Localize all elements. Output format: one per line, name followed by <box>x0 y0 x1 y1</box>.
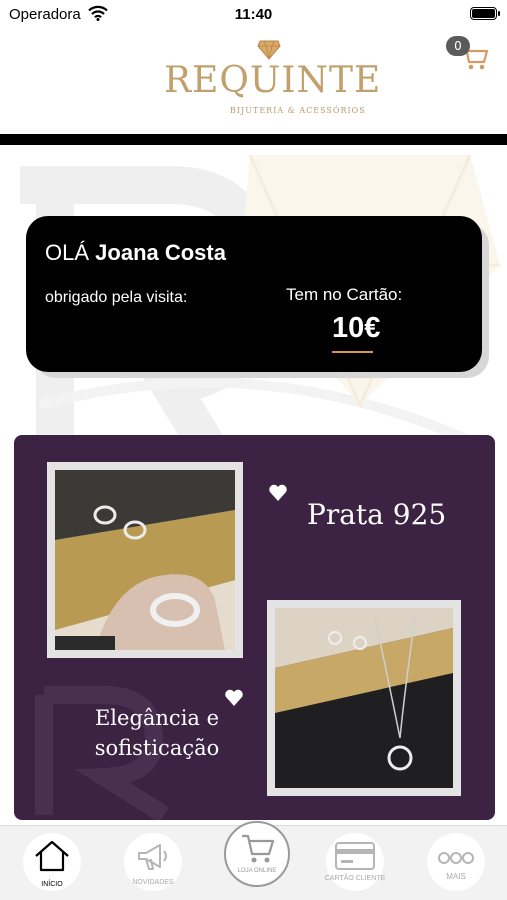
tab-cartao-cliente[interactable]: CARTÃO CLIENTE <box>325 833 385 891</box>
tab-label: CARTÃO CLIENTE <box>324 875 386 882</box>
greeting-line: OLÁ Joana Costa <box>45 240 226 266</box>
balance-underline <box>332 351 373 353</box>
tab-label: MAIS <box>446 872 466 881</box>
home-icon <box>35 840 69 872</box>
app-screen: Operadora 11:40 REQUINTE BIJUTERIA & ACE… <box>0 0 507 900</box>
logo-text: REQUINTE <box>164 60 382 101</box>
user-name: Joana Costa <box>95 240 226 265</box>
cart-count-badge: 0 <box>446 36 470 56</box>
balance-value: 10€ <box>332 312 381 344</box>
thanks-message: obrigado pela visita: <box>45 289 188 306</box>
brand-logo: REQUINTE BIJUTERIA & ACESSÓRIOS <box>160 40 380 120</box>
more-icon <box>438 852 474 864</box>
promo-headline-2-line2: sofisticação <box>94 736 220 760</box>
diamond-icon <box>257 40 281 60</box>
promo-banner[interactable]: Prata 925 Elegância e sofisticação <box>14 435 495 820</box>
cart-button[interactable]: 0 <box>446 36 492 76</box>
heart-icon <box>269 484 287 501</box>
tab-mais[interactable]: MAIS <box>427 833 485 891</box>
promo-headline-2-line1: Elegância e <box>94 706 220 730</box>
card-icon <box>335 842 375 870</box>
promo-headline-2: Elegância e sofisticação <box>62 703 252 763</box>
greeting-card: OLÁ Joana Costa obrigado pela visita: Te… <box>26 216 482 372</box>
tab-label: LOJA ONLINE <box>237 868 277 874</box>
cart-icon <box>242 834 275 863</box>
balance-label: Tem no Cartão: <box>286 285 403 304</box>
status-bar: Operadora 11:40 <box>0 0 507 28</box>
bottom-tab-bar: INÍCIO NOVIDADES LOJA ONLINE CARTÃO CLIE… <box>0 821 507 900</box>
ring-photo <box>47 462 243 658</box>
tab-loja-online[interactable]: LOJA ONLINE <box>224 821 290 887</box>
tab-label: INÍCIO <box>41 881 63 888</box>
tab-inicio[interactable]: INÍCIO <box>23 833 81 891</box>
logo-subtitle: BIJUTERIA & ACESSÓRIOS <box>230 106 366 115</box>
megaphone-icon <box>138 844 167 870</box>
header-divider <box>0 134 507 145</box>
clock: 11:40 <box>234 6 273 23</box>
tab-label: NOVIDADES <box>132 879 174 886</box>
app-header: REQUINTE BIJUTERIA & ACESSÓRIOS 0 <box>0 28 507 134</box>
tab-novidades[interactable]: NOVIDADES <box>124 833 182 891</box>
promo-headline-1: Prata 925 <box>307 498 447 531</box>
battery-icon <box>470 7 500 20</box>
necklace-photo <box>267 600 461 796</box>
greeting-word: OLÁ <box>45 240 90 265</box>
